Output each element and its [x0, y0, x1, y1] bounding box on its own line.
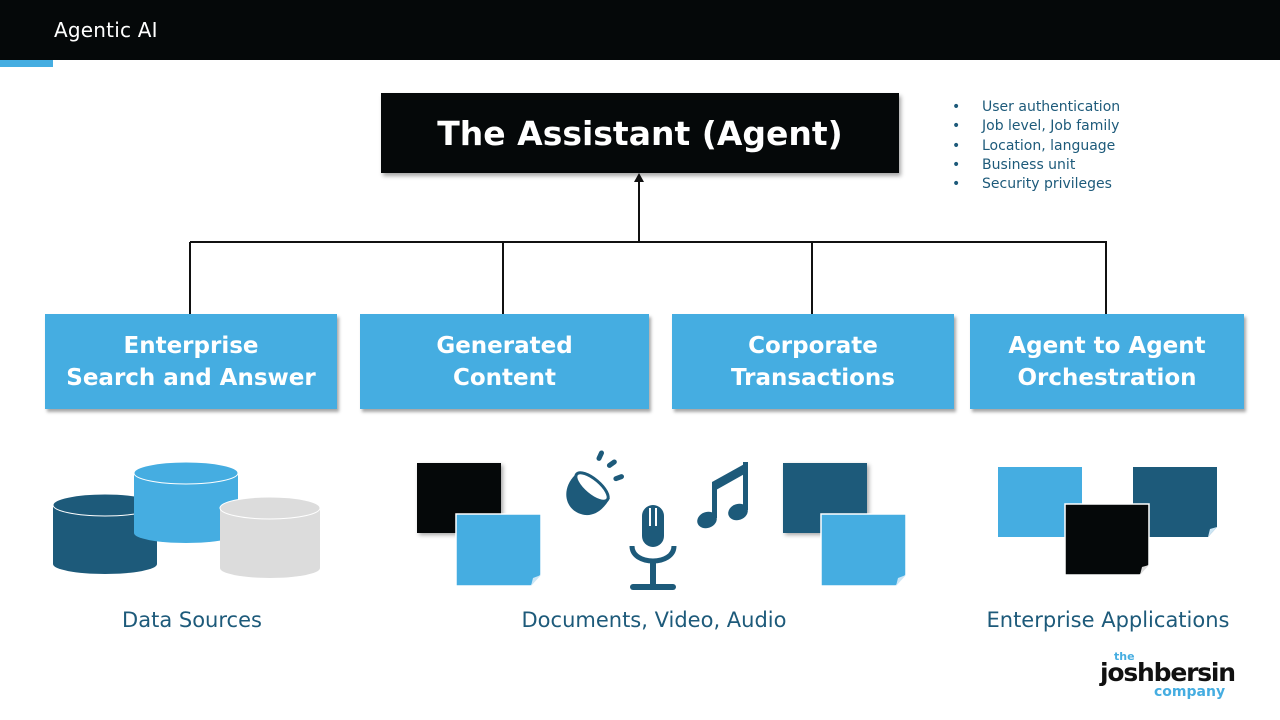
logo-company: company — [1154, 684, 1226, 700]
database-gray-icon — [219, 496, 321, 578]
app-windows-icon — [998, 467, 1217, 576]
music-note-icon — [697, 462, 748, 529]
microphone-icon — [629, 505, 677, 590]
source-label-data: Data Sources — [122, 608, 262, 632]
database-cylinders-icon — [52, 461, 321, 578]
document-stack-left-icon — [417, 463, 542, 587]
document-stack-right-icon — [783, 463, 907, 587]
source-label-applications: Enterprise Applications — [986, 608, 1230, 632]
logo-name: joshbersin — [1100, 658, 1236, 687]
source-label-media: Documents, Video, Audio — [521, 608, 787, 632]
spotlight-icon — [566, 450, 625, 516]
company-logo: the joshbersin company — [1098, 650, 1236, 704]
